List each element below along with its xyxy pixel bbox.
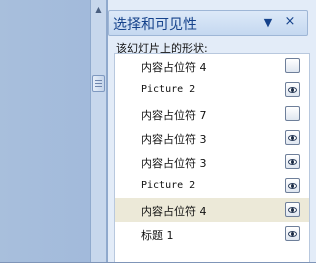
eye-pupil <box>291 160 294 164</box>
visibility-toggle[interactable] <box>285 130 300 145</box>
shape-name: 内容占位符 4 <box>141 61 207 74</box>
list-item[interactable]: 内容占位符 4 <box>115 54 309 78</box>
pane-header: 选择和可见性 ▼ × <box>108 10 308 36</box>
eye-pupil <box>291 184 294 188</box>
eye-icon <box>288 87 297 93</box>
eye-icon <box>288 159 297 165</box>
pane-title: 选择和可见性 <box>113 17 197 33</box>
list-item[interactable]: 标题 1 <box>115 222 309 246</box>
visibility-toggle[interactable] <box>285 154 300 169</box>
scroll-up-arrow-icon[interactable]: ▲ <box>91 4 106 16</box>
selection-visibility-pane: 选择和可见性 ▼ × 该幻灯片上的形状: 内容占位符 4 Picture 2 内容占… <box>107 0 316 263</box>
shape-name: Picture 2 <box>141 180 196 191</box>
visibility-toggle[interactable] <box>285 226 300 241</box>
eye-pupil <box>291 208 294 212</box>
grip-line <box>95 86 102 87</box>
visibility-toggle[interactable] <box>285 106 300 121</box>
eye-icon <box>288 207 297 213</box>
list-item[interactable]: 内容占位符 7 <box>115 102 309 126</box>
eye-icon <box>288 231 297 237</box>
shape-name: 标题 1 <box>141 229 174 242</box>
list-item[interactable]: Picture 2 <box>115 174 309 198</box>
scroll-thumb[interactable] <box>92 75 105 92</box>
shape-name: 内容占位符 4 <box>141 205 207 218</box>
slide-area <box>0 0 90 263</box>
shapes-list: 内容占位符 4 Picture 2 内容占位符 7 内容占位符 3 内容占位符 3 Pic… <box>114 53 310 263</box>
grip-line <box>95 80 102 81</box>
list-item[interactable]: Picture 2 <box>115 78 309 102</box>
shape-name: 内容占位符 7 <box>141 109 207 122</box>
visibility-toggle[interactable] <box>285 202 300 217</box>
eye-pupil <box>291 232 294 236</box>
visibility-toggle[interactable] <box>285 178 300 193</box>
visibility-toggle[interactable] <box>285 82 300 97</box>
shape-name: 内容占位符 3 <box>141 157 207 170</box>
triangle-down-icon: ▼ <box>263 16 273 29</box>
grip-line <box>95 83 102 84</box>
eye-icon <box>288 183 297 189</box>
close-pane-button[interactable]: × <box>283 14 297 30</box>
vertical-scrollbar[interactable]: ▲ <box>90 0 107 263</box>
shape-name: 内容占位符 3 <box>141 133 207 146</box>
shape-name: Picture 2 <box>141 84 196 95</box>
list-item[interactable]: 内容占位符 4 <box>115 198 309 222</box>
eye-icon <box>288 135 297 141</box>
pane-options-dropdown[interactable]: ▼ <box>261 16 275 30</box>
list-item[interactable]: 内容占位符 3 <box>115 126 309 150</box>
visibility-toggle[interactable] <box>285 58 300 73</box>
eye-pupil <box>291 88 294 92</box>
eye-pupil <box>291 136 294 140</box>
list-item[interactable]: 内容占位符 3 <box>115 150 309 174</box>
